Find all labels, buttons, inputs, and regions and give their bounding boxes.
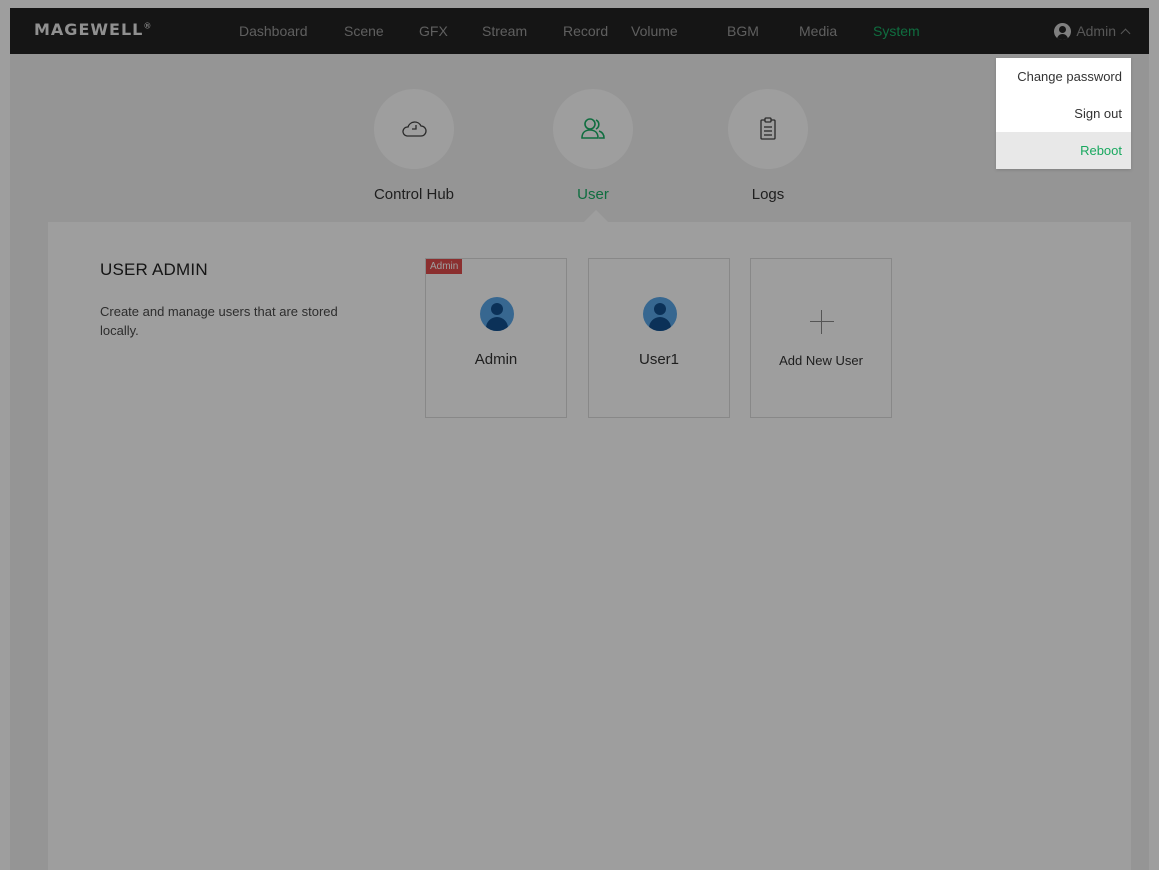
- menu-item-change-password[interactable]: Change password: [996, 58, 1131, 95]
- app-window: MAGEWELL® Dashboard Scene GFX Stream Rec…: [0, 0, 1159, 870]
- dropdown-backdrop[interactable]: [0, 0, 1159, 870]
- user-dropdown-menu: Change password Sign out Reboot: [996, 58, 1131, 169]
- menu-item-reboot[interactable]: Reboot: [996, 132, 1131, 169]
- menu-item-sign-out[interactable]: Sign out: [996, 95, 1131, 132]
